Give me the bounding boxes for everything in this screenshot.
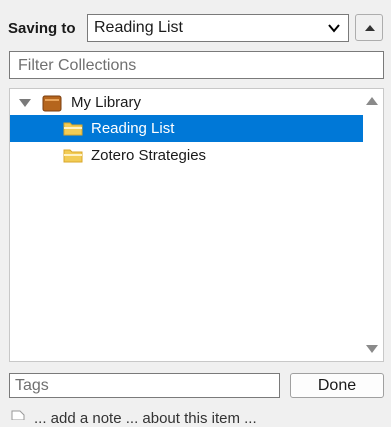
saving-to-label: Saving to — [8, 20, 76, 37]
tree-row-reading-list[interactable]: Reading List — [10, 115, 363, 142]
filter-collections-input[interactable]: Filter Collections — [9, 51, 384, 79]
chevron-down-icon — [328, 24, 340, 33]
tags-placeholder: Tags — [15, 377, 49, 394]
collection-select[interactable]: Reading List — [87, 14, 349, 42]
folder-icon — [63, 122, 83, 136]
collection-tree[interactable]: My Library Reading List Zotero Strategie… — [9, 88, 384, 362]
folder-icon — [63, 149, 83, 163]
filter-placeholder: Filter Collections — [18, 57, 137, 74]
scroll-down-arrow-icon[interactable] — [365, 344, 379, 354]
cut-off-note-text: ... add a note ... about this item ... — [34, 410, 257, 427]
expand-triangle-icon[interactable] — [18, 98, 32, 108]
tags-input[interactable]: Tags — [9, 373, 280, 398]
tree-label-zotero-strategies: Zotero Strategies — [91, 147, 207, 164]
tree-row-my-library[interactable]: My Library — [10, 89, 363, 116]
scroll-up-arrow-icon[interactable] — [365, 96, 379, 106]
tree-label-my-library: My Library — [71, 94, 142, 111]
note-icon — [11, 410, 25, 420]
done-button[interactable]: Done — [290, 373, 384, 398]
library-icon — [42, 95, 62, 112]
tree-label-reading-list: Reading List — [91, 120, 175, 137]
chevron-up-icon — [365, 25, 375, 31]
tree-row-zotero-strategies[interactable]: Zotero Strategies — [10, 142, 363, 169]
collection-select-value: Reading List — [94, 19, 183, 36]
collapse-button[interactable] — [355, 14, 383, 41]
